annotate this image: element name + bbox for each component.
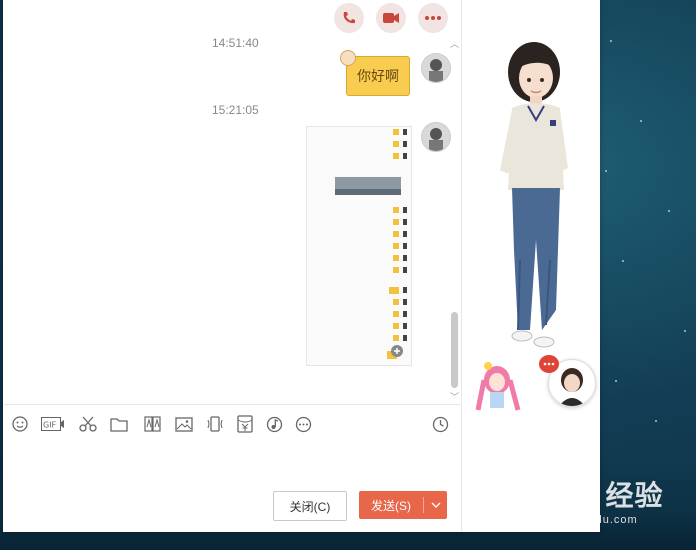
- message-input-area[interactable]: [3, 441, 461, 485]
- chat-window: 14:51:40 15:21:05 ︿ 你好啊 ﹀ GIF 关闭(C) 发送(S…: [3, 0, 600, 532]
- avatar[interactable]: [421, 53, 451, 83]
- music-icon: [266, 416, 282, 432]
- avatar[interactable]: [421, 122, 451, 152]
- send-button-label: 发送(S): [371, 498, 411, 513]
- history-clock-icon: [432, 416, 448, 432]
- font-style-icon: [144, 416, 161, 432]
- scroll-down-icon[interactable]: ﹀: [450, 390, 459, 403]
- more-icon: [295, 416, 311, 432]
- video-call-button[interactable]: [376, 3, 406, 33]
- message-history-button[interactable]: [431, 415, 449, 433]
- input-toolbar: GIF: [3, 404, 461, 441]
- gif-icon: GIF: [41, 417, 64, 431]
- sticker-decoration-icon: [340, 50, 356, 66]
- emoji-icon: [12, 416, 28, 432]
- send-options-dropdown[interactable]: [424, 502, 447, 508]
- music-button[interactable]: [265, 415, 283, 433]
- emoji-button[interactable]: [11, 415, 29, 433]
- svg-text:GIF: GIF: [43, 421, 57, 430]
- chat-notification-icon[interactable]: [539, 355, 559, 373]
- watermark-logo: Baid 经验: [532, 480, 664, 511]
- chevron-down-icon: [431, 502, 440, 508]
- close-button[interactable]: 关闭(C): [273, 491, 347, 521]
- send-button[interactable]: 发送(S): [359, 491, 447, 519]
- message-timestamp: 15:21:05: [212, 103, 259, 117]
- red-packet-button[interactable]: [236, 415, 254, 433]
- shake-button[interactable]: [206, 415, 224, 433]
- watermark-url: jingyan.baidu.com: [532, 514, 638, 526]
- video-icon: [383, 13, 399, 23]
- folder-icon: [110, 417, 128, 432]
- avatar-figure-image: [475, 42, 568, 411]
- message-text: 你好啊: [357, 68, 399, 84]
- voice-call-button[interactable]: [334, 3, 364, 33]
- more-options-button[interactable]: [418, 3, 448, 33]
- phone-icon: [343, 12, 355, 24]
- font-style-button[interactable]: [144, 415, 162, 433]
- message-timestamp: 14:51:40: [212, 36, 259, 50]
- screenshot-thumbnail: [335, 129, 407, 359]
- screenshot-button[interactable]: [79, 415, 97, 433]
- show-panel: [461, 0, 600, 532]
- baidu-jingyan-watermark: Baid 经验 jingyan.baidu.com: [532, 474, 663, 526]
- chat-bubble[interactable]: 你好啊: [346, 56, 410, 96]
- image-message[interactable]: [306, 126, 412, 366]
- more-tools-button[interactable]: [294, 415, 312, 433]
- shake-icon: [207, 416, 223, 432]
- chat-panel: 14:51:40 15:21:05 ︿ 你好啊 ﹀ GIF 关闭(C) 发送(S…: [3, 0, 461, 532]
- scrollbar-thumb[interactable]: [451, 312, 458, 388]
- image-icon: [175, 416, 193, 432]
- gif-button[interactable]: GIF: [41, 415, 65, 433]
- scissors-icon: [79, 416, 97, 432]
- close-button-label: 关闭(C): [289, 499, 331, 514]
- send-file-button[interactable]: [110, 415, 128, 433]
- red-packet-icon: [237, 415, 253, 433]
- more-icon: [425, 16, 441, 20]
- collapse-up-icon[interactable]: ︿: [450, 37, 459, 50]
- send-image-button[interactable]: [175, 415, 193, 433]
